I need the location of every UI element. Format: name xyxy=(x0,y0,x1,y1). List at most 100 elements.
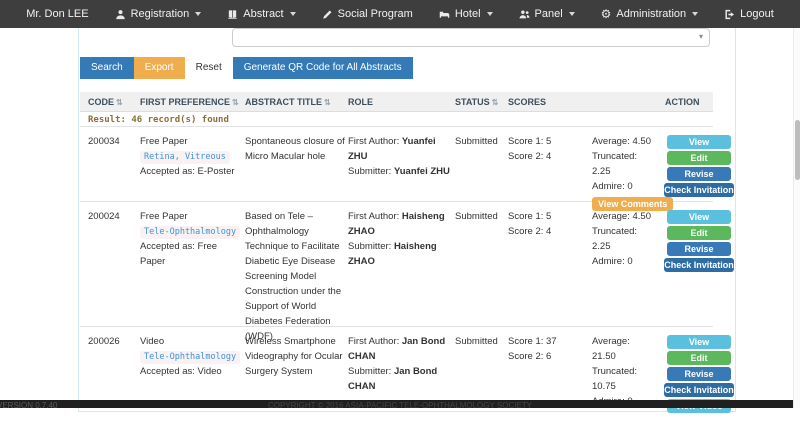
nav-hotel[interactable]: Hotel xyxy=(439,8,493,20)
view-button[interactable]: View xyxy=(667,335,731,349)
header-code: CODE⇅ xyxy=(88,97,123,107)
nav-abstract-label: Abstract xyxy=(243,8,283,20)
revise-button[interactable]: Revise xyxy=(667,167,731,181)
bed-icon xyxy=(439,9,450,20)
chevron-down-icon xyxy=(290,12,296,16)
reset-button[interactable]: Reset xyxy=(185,57,233,79)
cell-status: Submitted xyxy=(455,134,505,149)
header-scores: SCORES xyxy=(508,97,546,107)
cell-status: Submitted xyxy=(455,334,505,349)
search-button[interactable]: Search xyxy=(80,57,134,79)
check-invitation-button[interactable]: Check Invitation xyxy=(664,183,734,197)
cell-role: First Author: Yuanfei ZHU Submitter: Yua… xyxy=(348,134,451,179)
pref-tag: Retina, Vitreous xyxy=(140,151,230,164)
table-header: CODE⇅ FIRST PREFERENCE⇅ ABSTRACT TITLE⇅ … xyxy=(80,92,713,112)
gear-icon: ⚙ xyxy=(601,9,612,20)
header-status: STATUS⇅ xyxy=(455,97,498,107)
pref-type: Free Paper xyxy=(140,209,243,224)
chevron-down-icon xyxy=(692,12,698,16)
cell-code: 200024 xyxy=(88,209,138,224)
view-button[interactable]: View xyxy=(667,210,731,224)
cell-abstract-title: Based on Tele – Ophthalmology Technique … xyxy=(245,209,346,344)
header-abstract-title: ABSTRACT TITLE⇅ xyxy=(245,97,331,107)
cell-averages: Average: 21.50 Truncated: 10.75 Admire: … xyxy=(592,334,658,409)
view-button[interactable]: View xyxy=(667,135,731,149)
nav-administration-label: Administration xyxy=(616,8,686,20)
cell-first-preference: Free Paper Tele-Ophthalmology Accepted a… xyxy=(140,209,243,269)
cell-abstract-title: Wireless Smartphone Videography for Ocul… xyxy=(245,334,346,379)
edit-button[interactable]: Edit xyxy=(667,151,731,165)
book-icon xyxy=(227,9,238,20)
cell-role: First Author: Jan Bond CHAN Submitter: J… xyxy=(348,334,451,394)
nav-logout[interactable]: Logout xyxy=(724,8,774,20)
pref-type: Free Paper xyxy=(140,134,243,149)
nav-abstract[interactable]: Abstract xyxy=(227,8,295,20)
revise-button[interactable]: Revise xyxy=(667,367,731,381)
nav-social-program[interactable]: Social Program xyxy=(322,8,413,20)
vertical-scrollbar[interactable] xyxy=(793,28,800,408)
nav-hotel-label: Hotel xyxy=(455,8,481,20)
nav-panel-label: Panel xyxy=(535,8,563,20)
table-row: 200026 Video Tele-Ophthalmology Accepted… xyxy=(80,327,713,437)
chevron-down-icon xyxy=(195,12,201,16)
header-first-preference: FIRST PREFERENCE⇅ xyxy=(140,97,239,107)
nav-registration-label: Registration xyxy=(131,8,190,20)
accepted-as: Accepted as: Video xyxy=(140,364,243,379)
select-caret-icon: ▾ xyxy=(699,32,703,41)
edit-button[interactable]: Edit xyxy=(667,351,731,365)
sort-icon[interactable]: ⇅ xyxy=(116,98,123,107)
result-count: Result: 46 record(s) found xyxy=(88,115,229,125)
nav-user-name[interactable]: Mr. Don LEE xyxy=(26,8,88,20)
pencil-icon xyxy=(322,9,333,20)
cell-code: 200026 xyxy=(88,334,138,349)
header-role: ROLE xyxy=(348,97,373,107)
nav-logout-label: Logout xyxy=(740,8,774,20)
pref-tag: Tele-Ophthalmology xyxy=(140,351,240,364)
cell-role: First Author: Haisheng ZHAO Submitter: H… xyxy=(348,209,451,269)
generate-qr-button[interactable]: Generate QR Code for All Abstracts xyxy=(233,57,413,79)
cell-scores: Score 1: 5 Score 2: 4 xyxy=(508,209,590,239)
toolbar: Search Export Reset Generate QR Code for… xyxy=(80,57,413,79)
top-navbar: Mr. Don LEE Registration Abstract Social… xyxy=(0,0,800,28)
check-invitation-button[interactable]: Check Invitation xyxy=(664,383,734,397)
pref-type: Video xyxy=(140,334,243,349)
cell-first-preference: Video Tele-Ophthalmology Accepted as: Vi… xyxy=(140,334,243,379)
cell-actions: View Edit Revise Check Invitation xyxy=(664,135,734,199)
footer-bar: VERSION 0.7.40 COPYRIGHT © 2016 ASIA-PAC… xyxy=(0,400,800,408)
nav-administration[interactable]: ⚙ Administration xyxy=(601,8,698,20)
cell-status: Submitted xyxy=(455,209,505,224)
submitter-name: Yuanfei ZHU xyxy=(394,166,450,177)
pref-tag: Tele-Ophthalmology xyxy=(140,226,240,239)
copyright-text: COPYRIGHT © 2016 ASIA-PACIFIC TELE-OPHTH… xyxy=(0,401,800,408)
scrollbar-thumb[interactable] xyxy=(795,120,800,180)
cell-averages: Average: 4.50 Truncated: 2.25 Admire: 0 xyxy=(592,209,658,269)
sort-icon[interactable]: ⇅ xyxy=(324,98,331,107)
chevron-down-icon xyxy=(487,12,493,16)
sort-icon[interactable]: ⇅ xyxy=(232,98,239,107)
sort-icon[interactable]: ⇅ xyxy=(492,98,499,107)
cell-scores: Score 1: 5 Score 2: 4 xyxy=(508,134,590,164)
accepted-as: Accepted as: Free Paper xyxy=(140,239,243,269)
user-icon xyxy=(115,9,126,20)
edit-button[interactable]: Edit xyxy=(667,226,731,240)
cell-averages: Average: 4.50 Truncated: 2.25 Admire: 0 … xyxy=(592,134,658,212)
sign-out-icon xyxy=(724,9,735,20)
nav-social-program-label: Social Program xyxy=(338,8,413,20)
chevron-down-icon xyxy=(569,12,575,16)
cell-actions: View Edit Revise Check Invitation xyxy=(664,210,734,274)
result-row: Result: 46 record(s) found xyxy=(80,112,713,127)
table-row: 200024 Free Paper Tele-Ophthalmology Acc… xyxy=(80,202,713,327)
users-icon xyxy=(519,9,530,20)
nav-panel[interactable]: Panel xyxy=(519,8,575,20)
cell-code: 200034 xyxy=(88,134,138,149)
check-invitation-button[interactable]: Check Invitation xyxy=(664,258,734,272)
nav-registration[interactable]: Registration xyxy=(115,8,202,20)
accepted-as: Accepted as: E-Poster xyxy=(140,164,243,179)
export-button[interactable]: Export xyxy=(134,57,185,79)
header-action: ACTION xyxy=(665,97,700,107)
submitted-file-select[interactable]: ▾ xyxy=(232,28,710,47)
cell-abstract-title: Spontaneous closure of Micro Macular hol… xyxy=(245,134,346,164)
cell-first-preference: Free Paper Retina, Vitreous Accepted as:… xyxy=(140,134,243,179)
revise-button[interactable]: Revise xyxy=(667,242,731,256)
table-row: 200034 Free Paper Retina, Vitreous Accep… xyxy=(80,127,713,202)
